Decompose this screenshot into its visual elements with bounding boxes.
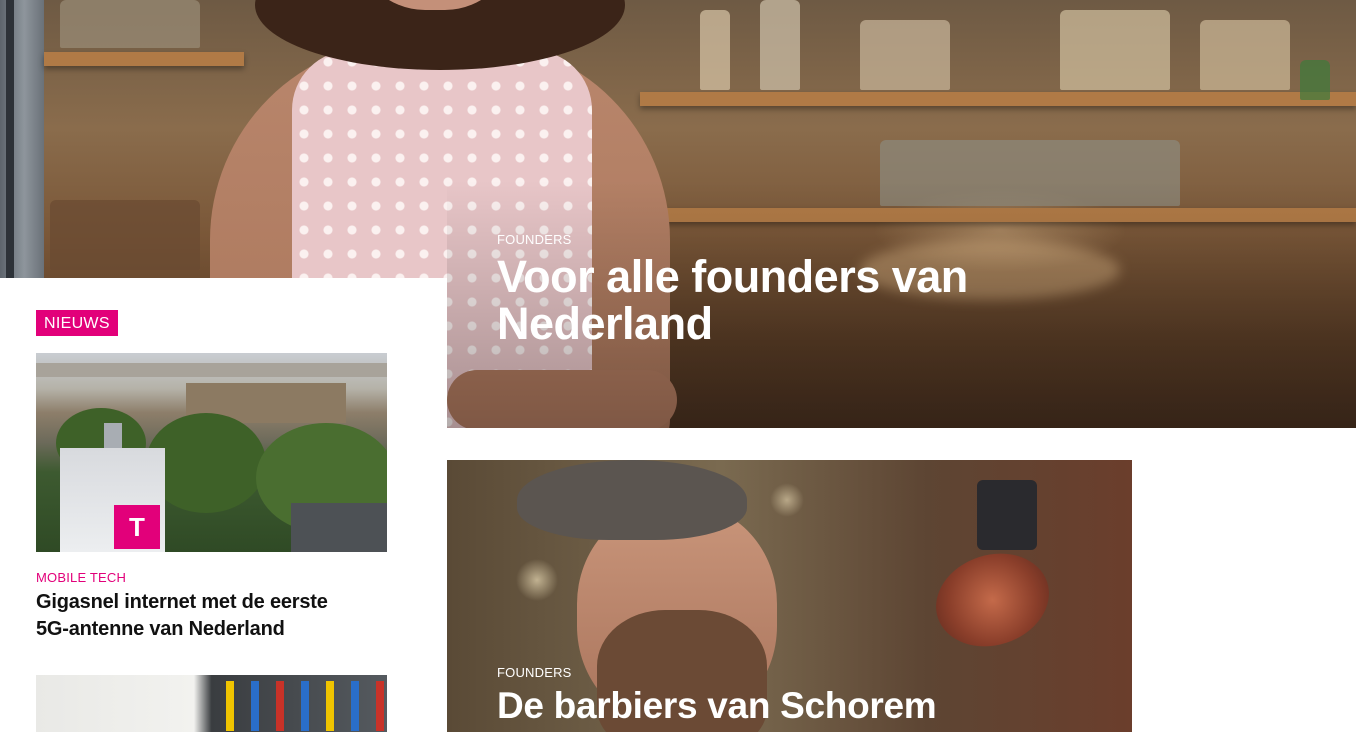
news-badge[interactable]: NIEUWS <box>36 310 118 336</box>
next-image-stripe <box>251 681 259 731</box>
hero-image-jar <box>60 0 200 48</box>
news-title[interactable]: Gigasnel internet met de eerste 5G-anten… <box>36 589 406 643</box>
news-title-line2: 5G-antenne van Nederland <box>36 618 285 640</box>
barber-title[interactable]: De barbiers van Schorem <box>497 684 1117 728</box>
hero-image-door-frame <box>6 0 14 278</box>
hero-image-box <box>50 200 200 270</box>
next-image-stripe <box>276 681 284 731</box>
hero-title-line1: Voor alle founders van <box>497 251 968 302</box>
news-article-image[interactable]: T <box>36 353 387 552</box>
hero-image-jar <box>760 0 800 90</box>
hero-image-shelf <box>640 92 1356 106</box>
next-image-stripe <box>376 681 384 731</box>
barber-text: FOUNDERS De barbiers van Schorem <box>497 665 1117 728</box>
hero-image-hair <box>255 0 625 70</box>
next-image-stripe <box>326 681 334 731</box>
news-image-roof-structure <box>291 503 387 552</box>
hero-title-line2: Nederland <box>497 298 713 349</box>
hero-image-plant <box>1300 60 1330 100</box>
hero-image-jar <box>700 10 730 90</box>
hero-image-jar <box>1200 20 1290 90</box>
hero-image-shelf <box>44 52 244 66</box>
next-image-stripe <box>301 681 309 731</box>
hero-title[interactable]: Voor alle founders van Nederland <box>497 253 1317 347</box>
hero-text: FOUNDERS Voor alle founders van Nederlan… <box>497 232 1317 347</box>
barber-article-link[interactable]: FOUNDERS De barbiers van Schorem <box>447 460 1132 732</box>
barber-category[interactable]: FOUNDERS <box>497 665 1117 680</box>
news-title-line1: Gigasnel internet met de eerste <box>36 591 328 613</box>
hero-image-jar <box>1060 10 1170 90</box>
barber-image-pomade-tin <box>923 539 1062 661</box>
hero-category[interactable]: FOUNDERS <box>497 232 1317 247</box>
hero-image-jar <box>860 20 950 90</box>
news-image-rooftops <box>36 363 387 377</box>
next-image-stripe <box>226 681 234 731</box>
barber-image-cap <box>517 460 747 540</box>
next-article-image[interactable] <box>36 675 387 732</box>
barber-image-shirt <box>977 480 1037 550</box>
news-column: NIEUWS T MOBILE TECH Gigasnel internet m… <box>0 278 447 732</box>
telekom-logo-icon: T <box>114 505 160 549</box>
next-image-stripe <box>351 681 359 731</box>
news-category[interactable]: MOBILE TECH <box>36 570 126 585</box>
